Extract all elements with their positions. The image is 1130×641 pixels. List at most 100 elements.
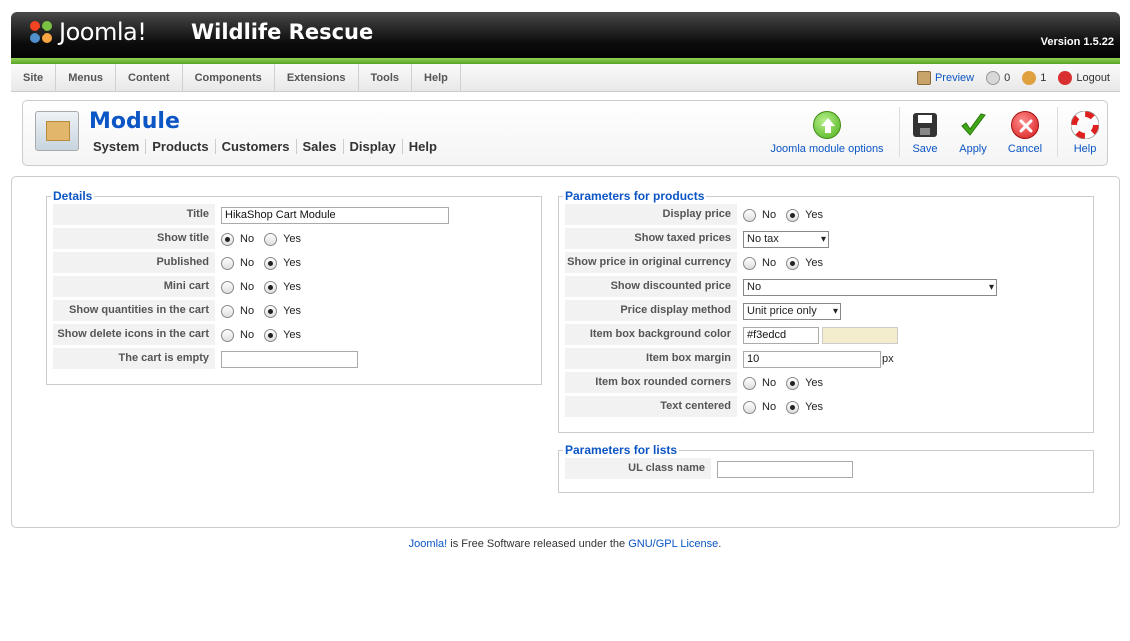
show-delete-no-radio[interactable]	[221, 328, 234, 342]
display-price-no-radio[interactable]	[743, 208, 756, 222]
radio-label: No	[240, 257, 255, 269]
users-count-value: 1	[1040, 72, 1047, 84]
show-title-yes-radio[interactable]	[264, 232, 278, 246]
logout-label[interactable]: Logout	[1076, 72, 1110, 84]
show-original-no-radio[interactable]	[743, 256, 756, 270]
show-quantities-label: Show quantities in the cart	[53, 300, 215, 322]
ul-class-row: UL class name	[565, 457, 1087, 481]
module-options-button[interactable]: Joomla module options	[767, 111, 887, 155]
logout-link[interactable]: Logout	[1058, 71, 1110, 85]
show-original-yes-radio[interactable]	[786, 256, 800, 270]
cart-empty-input[interactable]	[221, 350, 358, 368]
mini-cart-yes-radio[interactable]	[264, 280, 278, 294]
radio-label: Yes	[805, 257, 824, 269]
license-link[interactable]: GNU/GPL License	[628, 538, 718, 550]
show-taxed-select[interactable]: No tax	[743, 230, 829, 248]
radio-label: No	[762, 257, 777, 269]
show-discounted-select[interactable]: No	[743, 278, 997, 296]
module-icon	[35, 111, 79, 151]
published-label: Published	[53, 252, 215, 274]
apply-label: Apply	[959, 143, 987, 155]
show-title-row: Show title No Yes	[53, 227, 535, 251]
mini-cart-label: Mini cart	[53, 276, 215, 298]
cart-empty-label: The cart is empty	[53, 348, 215, 370]
cancel-label: Cancel	[1007, 143, 1043, 155]
submenu-display[interactable]: Display	[342, 139, 402, 154]
ul-class-input[interactable]	[717, 460, 853, 478]
show-discounted-row: Show discounted price No	[565, 275, 1087, 299]
footer-text: is Free Software released under the	[447, 538, 629, 550]
text-centered-yes-radio[interactable]	[786, 400, 800, 414]
rounded-no-radio[interactable]	[743, 376, 756, 390]
show-discounted-label: Show discounted price	[565, 276, 737, 298]
lists-legend: Parameters for lists	[565, 443, 678, 457]
cancel-button[interactable]: Cancel	[1005, 111, 1045, 155]
margin-input[interactable]	[743, 350, 881, 368]
show-delete-row: Show delete icons in the cart No Yes	[53, 323, 535, 347]
bg-color-row: Item box background color	[565, 323, 1087, 347]
rounded-yes-radio[interactable]	[786, 376, 800, 390]
radio-label: Yes	[283, 305, 302, 317]
radio-label: No	[240, 329, 255, 341]
save-button[interactable]: Save	[907, 111, 943, 155]
radio-label: No	[762, 377, 777, 389]
display-price-yes-radio[interactable]	[786, 208, 800, 222]
show-taxed-row: Show taxed prices No tax	[565, 227, 1087, 251]
menu-extensions[interactable]: Extensions	[275, 64, 359, 91]
save-icon	[913, 113, 937, 137]
joomla-link[interactable]: Joomla!	[409, 538, 448, 550]
submenu-customers[interactable]: Customers	[214, 139, 296, 154]
title-input[interactable]	[221, 206, 449, 224]
menu-components[interactable]: Components	[183, 64, 275, 91]
color-swatch[interactable]	[822, 326, 898, 344]
menu-menus[interactable]: Menus	[56, 64, 117, 91]
published-row: Published No Yes	[53, 251, 535, 275]
show-delete-yes-radio[interactable]	[264, 328, 278, 342]
help-button[interactable]: Help	[1067, 110, 1103, 155]
radio-label: No	[762, 401, 777, 413]
checkmark-icon	[959, 111, 987, 139]
users-count[interactable]: 1	[1022, 71, 1046, 85]
margin-label: Item box margin	[565, 348, 737, 370]
main-menu-bar: Site Menus Content Components Extensions…	[11, 64, 1120, 92]
radio-label: Yes	[283, 281, 302, 293]
show-delete-label: Show delete icons in the cart	[53, 324, 215, 346]
show-title-no-radio[interactable]	[221, 232, 234, 246]
messages-count[interactable]: 0	[986, 71, 1010, 85]
preview-icon	[916, 71, 931, 85]
submenu-products[interactable]: Products	[145, 139, 214, 154]
submenu-help[interactable]: Help	[401, 139, 443, 154]
show-quantities-row: Show quantities in the cart No Yes	[53, 299, 535, 323]
cart-empty-row: The cart is empty	[53, 347, 535, 371]
text-centered-no-radio[interactable]	[743, 400, 756, 414]
published-yes-radio[interactable]	[264, 256, 278, 270]
menu-site[interactable]: Site	[11, 64, 57, 91]
submenu-system[interactable]: System	[93, 139, 145, 154]
submenu-sales[interactable]: Sales	[295, 139, 343, 154]
menu-tools[interactable]: Tools	[359, 64, 413, 91]
lifebuoy-icon	[1070, 110, 1100, 140]
radio-label: Yes	[805, 209, 824, 221]
published-no-radio[interactable]	[221, 256, 234, 270]
price-method-select[interactable]: Unit price only	[743, 302, 841, 320]
price-method-row: Price display method Unit price only	[565, 299, 1087, 323]
bg-color-input[interactable]	[743, 326, 819, 344]
admin-header: Joomla! Wildlife Rescue Version 1.5.22	[11, 12, 1120, 64]
show-original-label: Show price in original currency	[565, 252, 737, 274]
preview-label[interactable]: Preview	[935, 72, 974, 84]
preview-link[interactable]: Preview	[916, 71, 974, 85]
price-method-label: Price display method	[565, 300, 737, 322]
bg-color-label: Item box background color	[565, 324, 737, 346]
menu-content[interactable]: Content	[116, 64, 183, 91]
apply-button[interactable]: Apply	[955, 111, 991, 155]
site-title: Wildlife Rescue	[191, 20, 374, 44]
display-price-row: Display price No Yes	[565, 203, 1087, 227]
joomla-logo-icon	[30, 21, 52, 43]
radio-label: Yes	[283, 233, 302, 245]
logout-icon	[1058, 71, 1073, 85]
menu-help[interactable]: Help	[412, 64, 461, 91]
users-icon	[1022, 71, 1037, 85]
show-quantities-no-radio[interactable]	[221, 304, 234, 318]
mini-cart-no-radio[interactable]	[221, 280, 234, 294]
show-quantities-yes-radio[interactable]	[264, 304, 278, 318]
